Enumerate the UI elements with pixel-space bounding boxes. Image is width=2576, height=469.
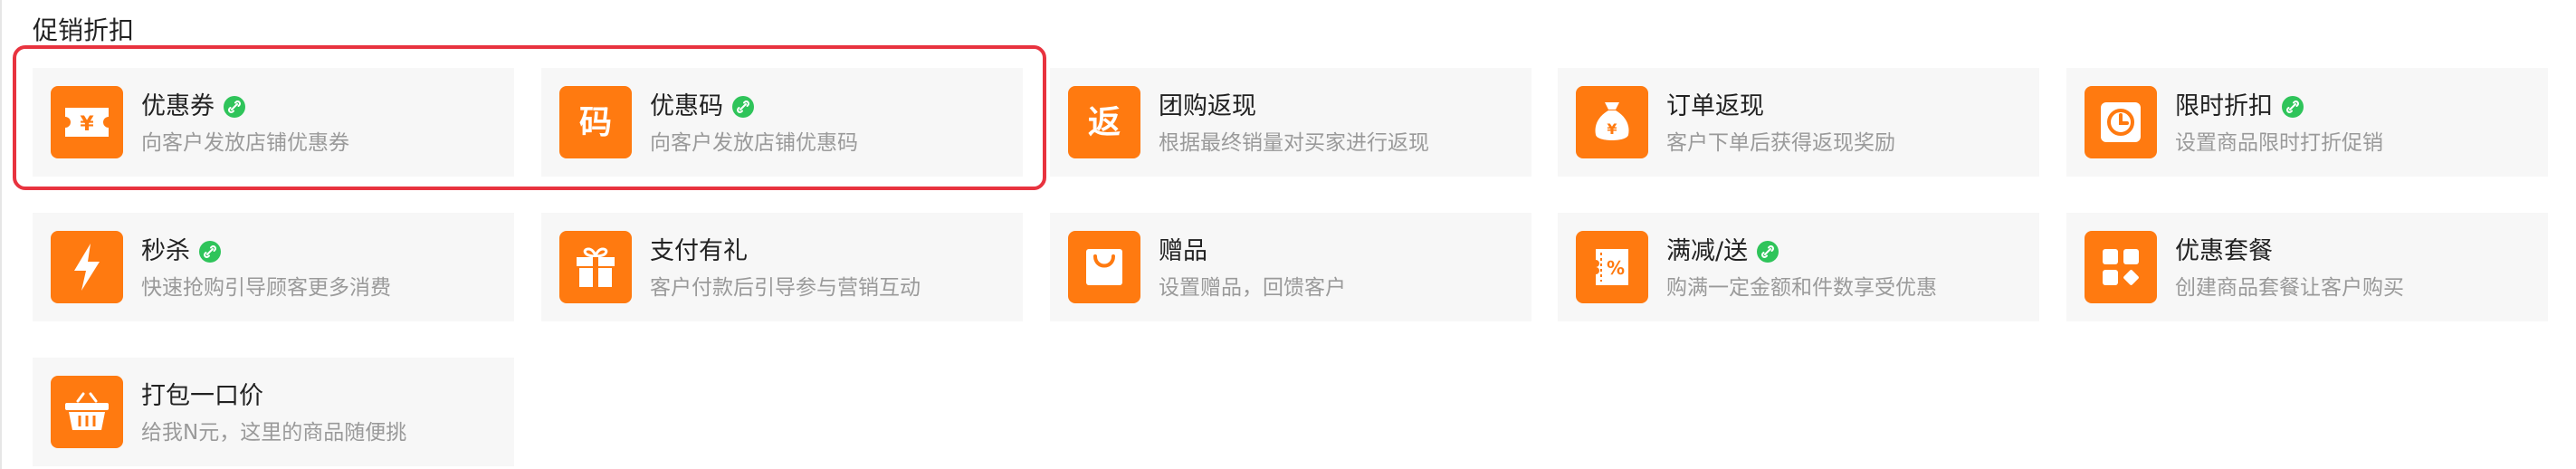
link-badge-icon xyxy=(1757,241,1779,263)
card-desc: 购满一定金额和件数享受优惠 xyxy=(1666,276,1937,300)
card-package-price[interactable]: 打包一口价 给我N元，这里的商品随便挑 xyxy=(33,358,514,466)
section-title: 促销折扣 xyxy=(33,15,135,45)
card-title: 秒杀 xyxy=(141,237,190,265)
basket-icon xyxy=(51,376,123,448)
card-full-reduction[interactable]: % 满减/送 购满一定金额和件数享受优惠 xyxy=(1558,213,2039,321)
card-title: 打包一口价 xyxy=(141,382,263,410)
card-title: 优惠套餐 xyxy=(2175,237,2273,265)
card-title: 满减/送 xyxy=(1666,237,1749,265)
code-icon: 码 xyxy=(559,86,632,158)
card-desc: 设置赠品，回馈客户 xyxy=(1159,276,1346,300)
return-icon: 返 xyxy=(1068,86,1140,158)
card-bundle[interactable]: 优惠套餐 创建商品套餐让客户购买 xyxy=(2066,213,2548,321)
svg-text:码: 码 xyxy=(579,104,612,141)
link-badge-icon xyxy=(2282,96,2304,118)
card-order-cashback[interactable]: ¥ 订单返现 客户下单后获得返现奖励 xyxy=(1558,68,2039,177)
card-title: 优惠券 xyxy=(141,92,215,120)
clock-icon xyxy=(2085,86,2157,158)
card-desc: 给我N元，这里的商品随便挑 xyxy=(141,421,407,445)
card-coupon[interactable]: ¥ 优惠券 向客户发放店铺优惠券 xyxy=(33,68,514,177)
coupon-icon: ¥ xyxy=(51,86,123,158)
card-desc: 客户付款后引导参与营销互动 xyxy=(650,276,921,300)
card-desc: 根据最终销量对买家进行返现 xyxy=(1159,131,1429,155)
svg-text:¥: ¥ xyxy=(1607,120,1617,138)
shopping-bag-icon xyxy=(1068,231,1140,303)
link-badge-icon xyxy=(732,96,754,118)
svg-text:¥: ¥ xyxy=(80,113,94,136)
percent-ticket-icon: % xyxy=(1576,231,1648,303)
bundle-icon xyxy=(2085,231,2157,303)
card-desc: 设置商品限时打折促销 xyxy=(2175,131,2383,155)
money-bag-icon: ¥ xyxy=(1576,86,1648,158)
gift-icon xyxy=(559,231,632,303)
card-promo-code[interactable]: 码 优惠码 向客户发放店铺优惠码 xyxy=(541,68,1023,177)
link-badge-icon xyxy=(224,96,245,118)
card-desc: 创建商品套餐让客户购买 xyxy=(2175,276,2404,300)
card-title: 优惠码 xyxy=(650,92,723,120)
link-badge-icon xyxy=(199,241,221,263)
card-flash-discount[interactable]: 限时折扣 设置商品限时打折促销 xyxy=(2066,68,2548,177)
card-payment-gift[interactable]: 支付有礼 客户付款后引导参与营销互动 xyxy=(541,213,1023,321)
card-seckill[interactable]: 秒杀 快速抢购引导顾客更多消费 xyxy=(33,213,514,321)
card-freebie[interactable]: 赠品 设置赠品，回馈客户 xyxy=(1050,213,1531,321)
svg-text:返: 返 xyxy=(1088,104,1121,141)
card-title: 团购返现 xyxy=(1159,92,1256,120)
lightning-icon xyxy=(51,231,123,303)
card-desc: 快速抢购引导顾客更多消费 xyxy=(141,276,391,300)
promotion-page: 促销折扣 ¥ 优惠券 向客户发放店铺优惠券 码 优惠码 向客户发放店铺优惠码 返… xyxy=(0,0,2576,469)
card-group-cashback[interactable]: 返 团购返现 根据最终销量对买家进行返现 xyxy=(1050,68,1531,177)
card-desc: 向客户发放店铺优惠券 xyxy=(141,131,349,155)
card-desc: 向客户发放店铺优惠码 xyxy=(650,131,858,155)
svg-text:%: % xyxy=(1607,257,1625,279)
card-desc: 客户下单后获得返现奖励 xyxy=(1666,131,1895,155)
card-title: 限时折扣 xyxy=(2175,92,2273,120)
card-title: 赠品 xyxy=(1159,237,1207,265)
card-title: 支付有礼 xyxy=(650,237,748,265)
card-title: 订单返现 xyxy=(1666,92,1764,120)
